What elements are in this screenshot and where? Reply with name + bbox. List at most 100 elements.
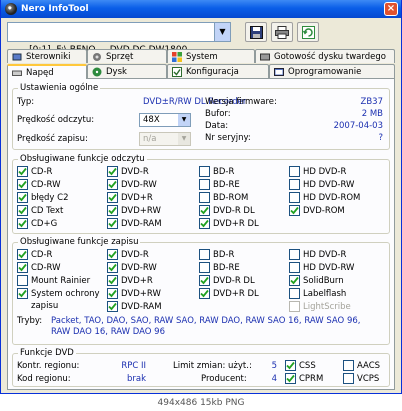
checkbox-box[interactable] xyxy=(289,288,300,299)
write-labelflash-checkbox[interactable]: Labelflash xyxy=(289,288,346,299)
checkbox-box[interactable] xyxy=(17,179,28,190)
write-system-ochrony-checkbox[interactable]: System ochrony xyxy=(17,288,100,299)
write-bd-r-checkbox[interactable]: BD-R xyxy=(199,249,234,260)
write-cd-rw-checkbox[interactable]: CD-RW xyxy=(17,262,61,273)
read-dvd-rw-checkbox[interactable]: DVD+RW xyxy=(107,205,161,216)
tab-sterowniki[interactable]: Sterowniki xyxy=(7,49,87,63)
checkbox-box[interactable] xyxy=(289,249,300,260)
print-button[interactable] xyxy=(271,22,293,42)
tab-system[interactable]: System xyxy=(167,49,255,63)
read-bd-re-checkbox[interactable]: BD-RE xyxy=(199,179,240,190)
tab-sprzet[interactable]: Sprzęt xyxy=(87,49,167,63)
checkbox-box[interactable] xyxy=(17,192,28,203)
write-cd-r-checkbox[interactable]: CD-R xyxy=(17,249,52,260)
checkbox-box[interactable] xyxy=(289,166,300,177)
read-bd-r-checkbox[interactable]: BD-R xyxy=(199,166,234,177)
checkbox-box[interactable] xyxy=(199,218,210,229)
checkbox-box[interactable] xyxy=(199,249,210,260)
checkbox-box[interactable] xyxy=(107,288,118,299)
read-dvd-r-checkbox[interactable]: DVD-R xyxy=(107,166,149,177)
checkbox-box[interactable] xyxy=(107,249,118,260)
checkbox-box[interactable] xyxy=(199,205,210,216)
checkbox-box[interactable] xyxy=(289,205,300,216)
tab-konfiguracja[interactable]: Konfiguracja xyxy=(167,64,269,78)
read-dvd-rw-checkbox[interactable]: DVD-RW xyxy=(107,179,157,190)
close-button[interactable]: × xyxy=(384,2,398,16)
checkbox-box[interactable] xyxy=(289,179,300,190)
read-dvd-r-dl-checkbox[interactable]: DVD-R DL xyxy=(199,205,255,216)
write-dvd-r-checkbox[interactable]: DVD-R xyxy=(107,249,149,260)
checkbox-box[interactable] xyxy=(199,262,210,273)
checkbox-box[interactable] xyxy=(107,301,118,312)
checkbox-box[interactable] xyxy=(285,360,296,371)
checkbox-box[interactable] xyxy=(289,301,300,312)
save-button[interactable] xyxy=(245,22,267,42)
write-dvd-r-dl-checkbox[interactable]: DVD-R DL xyxy=(199,275,255,286)
write-speed-select[interactable]: n/a ▼ xyxy=(139,132,191,146)
checkbox-box[interactable] xyxy=(17,205,28,216)
tab-naped[interactable]: Napęd xyxy=(7,64,87,79)
checkbox-box[interactable] xyxy=(17,166,28,177)
read-bd-rom-checkbox[interactable]: BD-ROM xyxy=(199,192,248,203)
read-hd-dvd-r-checkbox[interactable]: HD DVD-R xyxy=(289,166,346,177)
checkbox-box[interactable] xyxy=(199,275,210,286)
checkbox-box[interactable] xyxy=(17,288,28,299)
chevron-down-icon[interactable]: ▼ xyxy=(178,133,190,145)
checkbox-box[interactable] xyxy=(17,249,28,260)
tab-dysk[interactable]: Dysk xyxy=(87,64,167,78)
read-cd-rw-checkbox[interactable]: CD-RW xyxy=(17,179,61,190)
checkbox-box[interactable] xyxy=(343,360,354,371)
read-cd-g-checkbox[interactable]: CD+G xyxy=(17,218,57,229)
write-lightscribe-checkbox[interactable]: LightScribe xyxy=(289,301,351,312)
checkbox-box[interactable] xyxy=(199,192,210,203)
checkbox-box[interactable] xyxy=(199,166,210,177)
chevron-down-icon[interactable]: ▼ xyxy=(178,114,190,126)
write-dvd-rw-checkbox[interactable]: DVD-RW xyxy=(107,262,157,273)
read-dvd-r-checkbox[interactable]: DVD+R xyxy=(107,192,153,203)
aacs-checkbox[interactable]: AACS xyxy=(343,360,380,371)
checkbox-box[interactable] xyxy=(285,373,296,384)
chevron-down-icon[interactable]: ▼ xyxy=(214,23,230,41)
write-bd-re-checkbox[interactable]: BD-RE xyxy=(199,262,240,273)
checkbox-box[interactable] xyxy=(343,373,354,384)
checkbox-box[interactable] xyxy=(289,275,300,286)
cprm-checkbox[interactable]: CPRM xyxy=(285,373,323,384)
read-hd-dvd-rw-checkbox[interactable]: HD DVD-RW xyxy=(289,179,354,190)
read-dvd-rom-checkbox[interactable]: DVD-ROM xyxy=(289,205,345,216)
checkbox-box[interactable] xyxy=(107,179,118,190)
read-dvd-r-dl-checkbox[interactable]: DVD+R DL xyxy=(199,218,259,229)
write-dvd-ram-checkbox[interactable]: DVD-RAM xyxy=(107,301,162,312)
checkbox-box[interactable] xyxy=(289,192,300,203)
read-hd-dvd-rom-checkbox[interactable]: HD DVD-ROM xyxy=(289,192,360,203)
write-mount-rainier-checkbox[interactable]: Mount Rainier xyxy=(17,275,90,286)
read-cd-text-checkbox[interactable]: CD Text xyxy=(17,205,63,216)
title-bar[interactable]: Nero InfoTool × xyxy=(1,0,401,18)
checkbox-box[interactable] xyxy=(107,166,118,177)
checkbox-box[interactable] xyxy=(107,275,118,286)
checkbox-box[interactable] xyxy=(17,262,28,273)
drive-select[interactable]: [0:1] F:\ BENQ DVD DC DW1800 ▼ xyxy=(7,22,231,55)
read-speed-select[interactable]: 48X ▼ xyxy=(139,113,191,127)
refresh-button[interactable] xyxy=(297,22,319,42)
read-dvd-ram-checkbox[interactable]: DVD-RAM xyxy=(107,218,162,229)
write-hd-dvd-r-checkbox[interactable]: HD DVD-R xyxy=(289,249,346,260)
read-b-dy-c2-checkbox[interactable]: błędy C2 xyxy=(17,192,69,203)
checkbox-box[interactable] xyxy=(107,205,118,216)
checkbox-box[interactable] xyxy=(199,179,210,190)
checkbox-box[interactable] xyxy=(199,288,210,299)
read-cd-r-checkbox[interactable]: CD-R xyxy=(17,166,52,177)
checkbox-box[interactable] xyxy=(107,192,118,203)
checkbox-box[interactable] xyxy=(107,262,118,273)
write-hd-dvd-rw-checkbox[interactable]: HD DVD-RW xyxy=(289,262,354,273)
vcps-checkbox[interactable]: VCPS xyxy=(343,373,379,384)
tab-gotowosc-dysku[interactable]: Gotowość dysku twardego xyxy=(255,49,395,63)
write-dvd-rw-checkbox[interactable]: DVD+RW xyxy=(107,288,161,299)
tab-oprogramowanie[interactable]: Oprogramowanie xyxy=(269,64,395,78)
checkbox-box[interactable] xyxy=(107,218,118,229)
checkbox-box[interactable] xyxy=(17,275,28,286)
checkbox-box[interactable] xyxy=(17,218,28,229)
write-solidburn-checkbox[interactable]: SolidBurn xyxy=(289,275,344,286)
write-dvd-r-checkbox[interactable]: DVD+R xyxy=(107,275,153,286)
write-dvd-r-dl-checkbox[interactable]: DVD+R DL xyxy=(199,288,259,299)
checkbox-box[interactable] xyxy=(289,262,300,273)
